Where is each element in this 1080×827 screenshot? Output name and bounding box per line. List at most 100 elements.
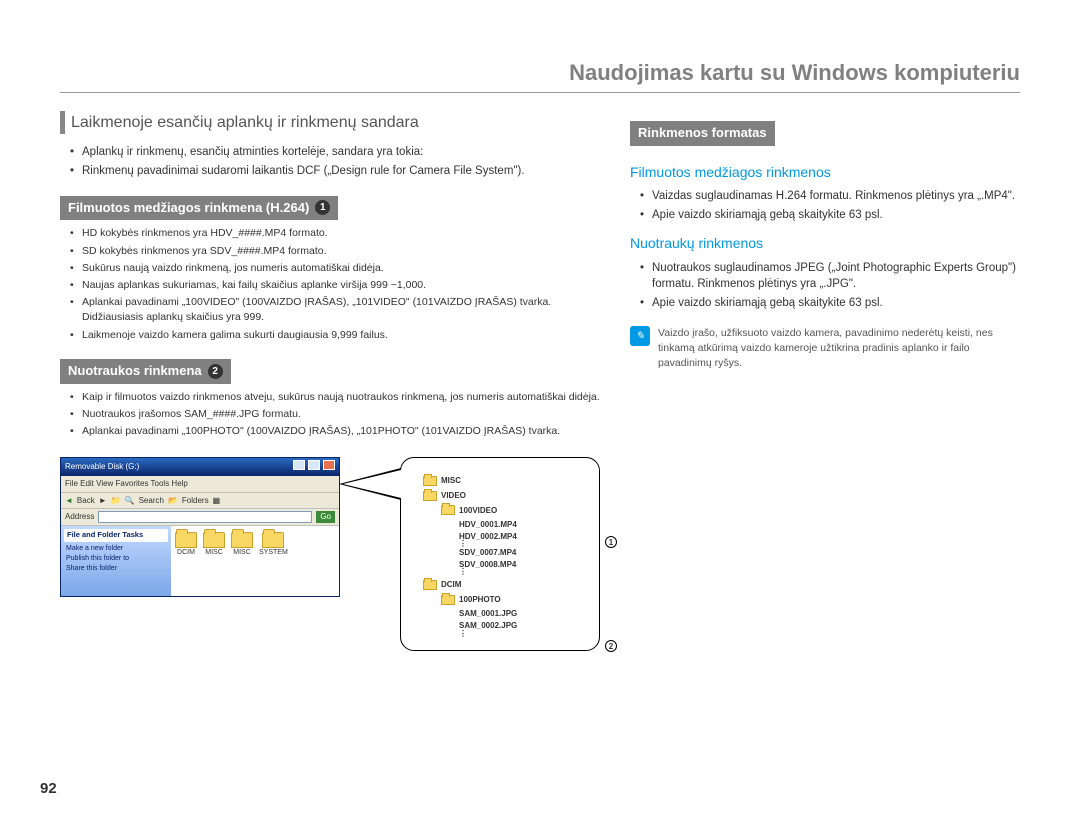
list-item: Laikmenoje vaizdo kamera galima sukurti … <box>70 328 600 343</box>
folder-icon <box>441 505 455 515</box>
circled-number-2: 2 <box>208 364 223 379</box>
photo-files-list: Nuotraukos suglaudinamos JPEG („Joint Ph… <box>630 260 1020 312</box>
list-item: Nuotraukos įrašomos SAM_####.JPG formatu… <box>70 407 600 422</box>
folder-tree-callout: MISC VIDEO 100VIDEO HDV_0001.MP4 HDV_000… <box>400 457 600 651</box>
right-column: Rinkmenos formatas Filmuotos medžiagos r… <box>630 111 1020 651</box>
file-format-heading: Rinkmenos formatas <box>630 121 775 146</box>
intro-item: Aplankų ir rinkmenų, esančių atminties k… <box>70 144 600 161</box>
explorer-sidepanel: File and Folder Tasks Make a new folder … <box>61 526 171 596</box>
list-item: HD kokybės rinkmenos yra HDV_####.MP4 fo… <box>70 226 600 241</box>
explorer-folder[interactable]: MISC <box>231 532 253 590</box>
task-item[interactable]: Publish this folder to <box>64 554 168 564</box>
callout-pointer-icon <box>339 468 401 500</box>
photo-file-heading-label: Nuotraukos rinkmena <box>68 362 202 381</box>
folder-icon <box>262 532 284 548</box>
window-buttons <box>292 460 335 474</box>
video-files-subheading: Filmuotos medžiagos rinkmenos <box>630 162 1020 182</box>
list-item: Aplankai pavadinami „100PHOTO" (100VAIZD… <box>70 424 600 439</box>
note-block: ✎ Vaizdo įrašo, užfiksuoto vaizdo kamera… <box>630 326 1020 372</box>
maximize-icon[interactable] <box>308 460 320 470</box>
tree-label: MISC <box>441 475 461 487</box>
photo-file-list: Kaip ir filmuotos vaizdo rinkmenos atvej… <box>60 390 600 440</box>
tree-label: VIDEO <box>441 490 466 502</box>
intro-list: Aplankų ir rinkmenų, esančių atminties k… <box>60 144 600 179</box>
tree-file: HDV_0001.MP4 <box>459 519 581 531</box>
folder-icon <box>423 491 437 501</box>
intro-item: Rinkmenų pavadinimai sudaromi laikantis … <box>70 163 600 180</box>
left-column: Laikmenoje esančių aplankų ir rinkmenų s… <box>60 111 600 651</box>
explorer-folder[interactable]: DCIM <box>175 532 197 590</box>
tree-file: SDV_0008.MP4 <box>459 559 581 571</box>
explorer-folder[interactable]: MISC <box>203 532 225 590</box>
list-item: Naujas aplankas sukuriamas, kai failų sk… <box>70 278 600 293</box>
explorer-title-text: Removable Disk (G:) <box>65 461 139 473</box>
go-button[interactable]: Go <box>316 511 335 523</box>
folder-label: MISC <box>205 548 223 558</box>
folder-label: DCIM <box>177 548 195 558</box>
left-section-title: Laikmenoje esančių aplankų ir rinkmenų s… <box>60 111 600 134</box>
task-item[interactable]: Make a new folder <box>64 544 168 554</box>
tree-marker-2: 2 <box>605 640 617 652</box>
back-icon[interactable]: ◄ <box>65 495 73 507</box>
tree-ellipsis: ⋮ <box>423 570 581 575</box>
folder-icon <box>203 532 225 548</box>
list-item: Aplankai pavadinami „100VIDEO" (100VAIZD… <box>70 295 600 325</box>
video-file-heading: Filmuotos medžiagos rinkmena (H.264) 1 <box>60 196 338 221</box>
page-header: Naudojimas kartu su Windows kompiuteriu <box>60 60 1020 93</box>
diagram-area: Removable Disk (G:) File Edit View Favor… <box>60 457 600 651</box>
tree-file: SAM_0002.JPG <box>459 620 581 632</box>
back-label: Back <box>77 495 95 507</box>
explorer-folder[interactable]: SYSTEM <box>259 532 288 590</box>
search-label: Search <box>139 495 164 507</box>
video-file-heading-label: Filmuotos medžiagos rinkmena (H.264) <box>68 199 309 218</box>
folder-label: SYSTEM <box>259 548 288 558</box>
fwd-icon[interactable]: ► <box>99 495 107 507</box>
photo-files-subheading: Nuotraukų rinkmenos <box>630 233 1020 253</box>
tree-label: 100VIDEO <box>459 505 497 517</box>
views-icon[interactable]: ▦ <box>213 495 221 507</box>
explorer-content: DCIM MISC MISC SYSTEM <box>171 526 339 596</box>
explorer-titlebar: Removable Disk (G:) <box>61 458 339 476</box>
circled-number-1: 1 <box>315 200 330 215</box>
tree-ellipsis: ⋮ <box>423 632 581 637</box>
up-icon[interactable]: 📁 <box>111 495 121 507</box>
list-item: Sukūrus naują vaizdo rinkmeną, jos numer… <box>70 261 600 276</box>
list-item: Kaip ir filmuotos vaizdo rinkmenos atvej… <box>70 390 600 405</box>
tree-file: SDV_0007.MP4 <box>459 547 581 559</box>
tree-label: DCIM <box>441 579 461 591</box>
explorer-toolbar[interactable]: ◄ Back ► 📁 🔍 Search 📂 Folders ▦ <box>61 493 339 510</box>
note-text: Vaizdo įrašo, užfiksuoto vaizdo kamera, … <box>658 326 1020 372</box>
video-file-list: HD kokybės rinkmenos yra HDV_####.MP4 fo… <box>60 226 600 343</box>
explorer-window: Removable Disk (G:) File Edit View Favor… <box>60 457 340 597</box>
list-item: Vaizdas suglaudinamas H.264 formatu. Rin… <box>640 188 1020 205</box>
tree-file: SAM_0001.JPG <box>459 608 581 620</box>
tree-file: HDV_0002.MP4 <box>459 531 581 543</box>
search-icon[interactable]: 🔍 <box>125 495 135 507</box>
list-item: SD kokybės rinkmenos yra SDV_####.MP4 fo… <box>70 244 600 259</box>
list-item: Nuotraukos suglaudinamos JPEG („Joint Ph… <box>640 260 1020 293</box>
minimize-icon[interactable] <box>293 460 305 470</box>
tasks-header: File and Folder Tasks <box>64 529 168 542</box>
explorer-addressbar: Address Go <box>61 509 339 526</box>
task-item[interactable]: Share this folder <box>64 564 168 574</box>
folders-icon[interactable]: 📂 <box>168 495 178 507</box>
folder-icon <box>423 476 437 486</box>
list-item: Apie vaizdo skiriamąją gebą skaitykite 6… <box>640 295 1020 312</box>
page-number: 92 <box>40 780 57 797</box>
tree-label: 100PHOTO <box>459 594 501 606</box>
list-item: Apie vaizdo skiriamąją gebą skaitykite 6… <box>640 207 1020 224</box>
close-icon[interactable] <box>323 460 335 470</box>
photo-file-heading: Nuotraukos rinkmena 2 <box>60 359 231 384</box>
folder-icon <box>175 532 197 548</box>
folder-icon <box>441 595 455 605</box>
video-files-list: Vaizdas suglaudinamas H.264 formatu. Rin… <box>630 188 1020 223</box>
note-icon: ✎ <box>630 326 650 346</box>
folder-icon <box>423 580 437 590</box>
folders-label: Folders <box>182 495 209 507</box>
folder-icon <box>231 532 253 548</box>
file-format-heading-label: Rinkmenos formatas <box>638 124 767 143</box>
folder-label: MISC <box>233 548 251 558</box>
tree-marker-1: 1 <box>605 536 617 548</box>
explorer-menubar[interactable]: File Edit View Favorites Tools Help <box>61 476 339 493</box>
address-input[interactable] <box>98 511 312 523</box>
